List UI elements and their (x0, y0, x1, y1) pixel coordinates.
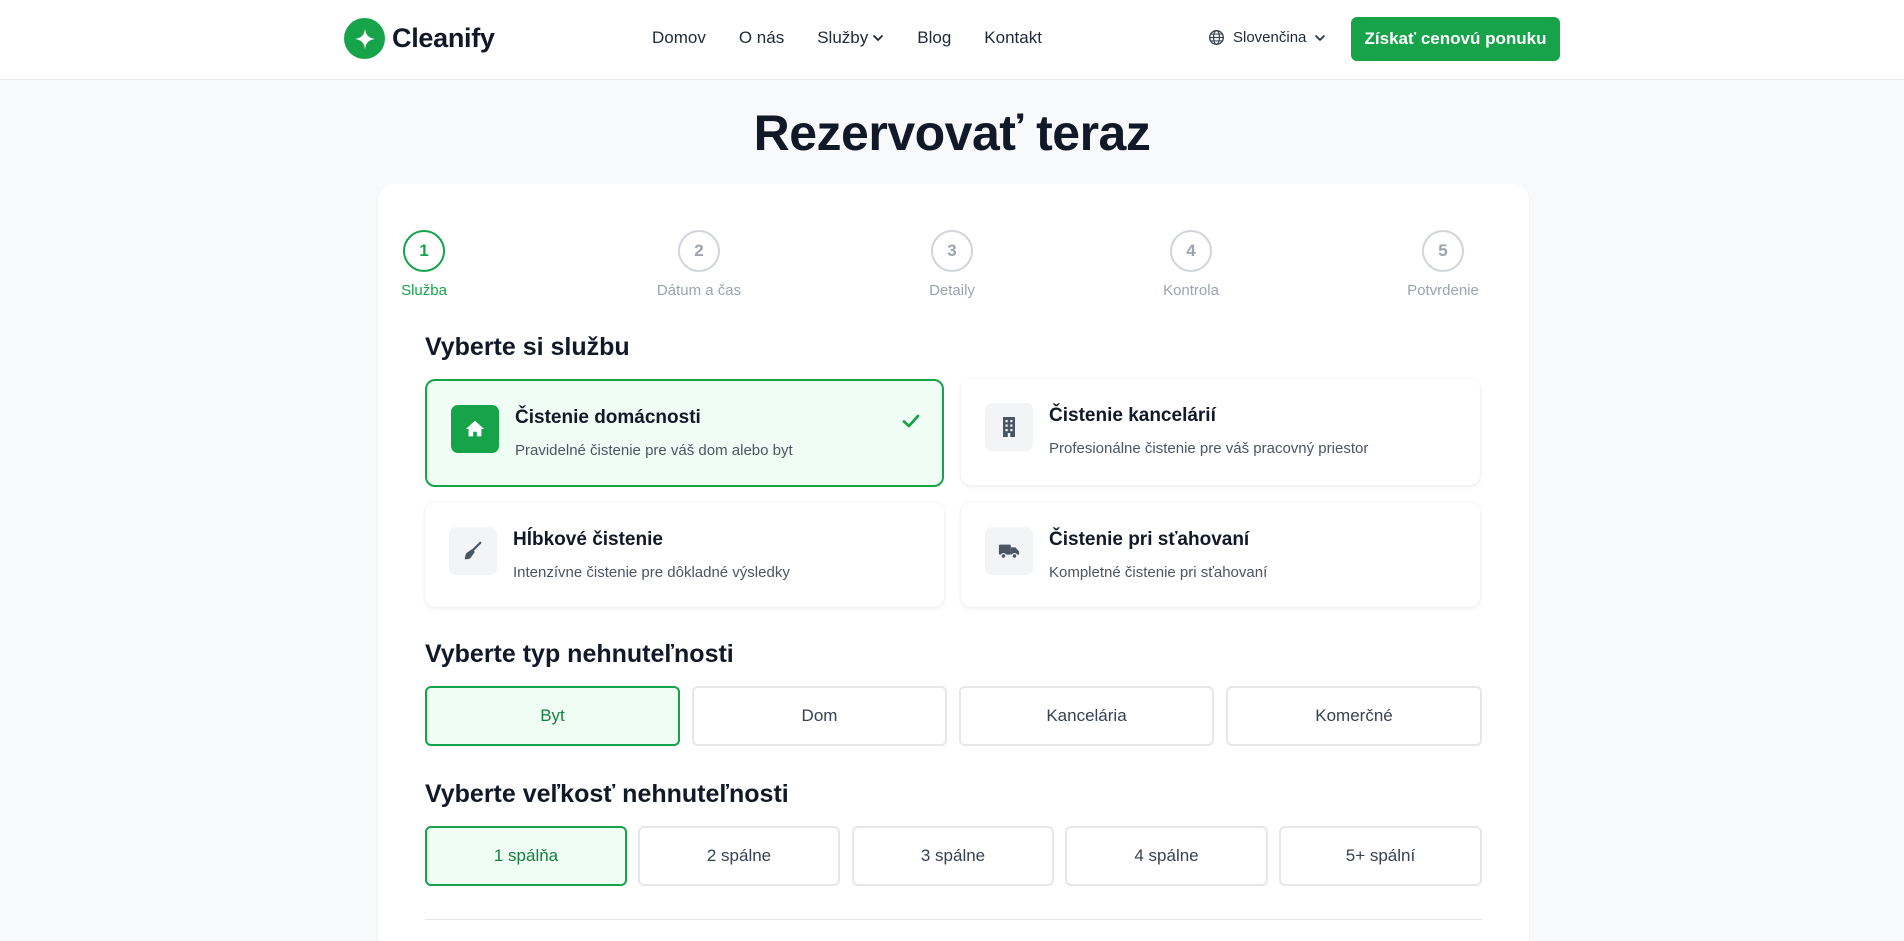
property-type-title: Vyberte typ nehnuteľnosti (425, 640, 734, 668)
check-icon (902, 414, 920, 428)
property-size-2-bedrooms[interactable]: 2 spálne (638, 826, 840, 886)
nav-contact-label: Kontakt (984, 28, 1042, 47)
chevron-down-icon (873, 35, 884, 41)
step-review[interactable]: 4 Kontrola (1121, 230, 1261, 299)
booking-card: 1 Služba 2 Dátum a čas 3 Detaily 4 Kontr… (378, 184, 1529, 941)
step-confirmation[interactable]: 5 Potvrdenie (1373, 230, 1513, 299)
language-label: Slovenčina (1233, 29, 1307, 46)
main-nav: Domov O nás Služby Blog Kontakt (652, 28, 1042, 48)
service-card-home[interactable]: Čistenie domácnosti Pravidelné čistenie … (425, 379, 944, 487)
site-header: Cleanify Domov O nás Služby Blog Kontakt… (0, 0, 1904, 80)
step-label: Dátum a čas (656, 282, 742, 299)
service-card-office[interactable]: Čistenie kancelárií Profesionálne čisten… (961, 379, 1480, 485)
nav-services-label: Služby (817, 28, 869, 47)
step-date-time[interactable]: 2 Dátum a čas (629, 230, 769, 299)
broom-icon (449, 527, 497, 575)
globe-icon (1209, 30, 1224, 45)
service-description: Intenzívne čistenie pre dôkladné výsledk… (513, 564, 790, 581)
service-section-title: Vyberte si službu (425, 333, 630, 361)
home-icon (451, 405, 499, 453)
sparkle-icon (344, 18, 385, 59)
step-details[interactable]: 3 Detaily (882, 230, 1022, 299)
service-description: Profesionálne čistenie pre váš pracovný … (1049, 440, 1369, 457)
property-size-4-bedrooms[interactable]: 4 spálne (1065, 826, 1268, 886)
property-size-title: Vyberte veľkosť nehnuteľnosti (425, 780, 789, 808)
service-description: Pravidelné čistenie pre váš dom alebo by… (515, 442, 793, 459)
property-size-1-bedroom[interactable]: 1 spálňa (425, 826, 627, 886)
section-divider (425, 919, 1482, 920)
get-quote-button[interactable]: Získať cenovú ponuku (1351, 17, 1560, 61)
step-service[interactable]: 1 Služba (354, 230, 494, 299)
nav-about-label: O nás (738, 28, 785, 47)
language-selector[interactable]: Slovenčina (1208, 29, 1326, 46)
nav-home[interactable]: Domov (652, 28, 706, 48)
step-number: 1 (403, 230, 445, 272)
property-size-5-plus-bedrooms[interactable]: 5+ spální (1279, 826, 1482, 886)
nav-contact[interactable]: Kontakt (984, 28, 1042, 48)
property-type-commercial[interactable]: Komerčné (1226, 686, 1482, 746)
property-type-apartment[interactable]: Byt (425, 686, 680, 746)
step-number: 4 (1170, 230, 1212, 272)
step-label: Služba (401, 282, 447, 299)
step-number: 2 (678, 230, 720, 272)
step-number: 3 (931, 230, 973, 272)
nav-blog[interactable]: Blog (917, 28, 951, 48)
step-label: Kontrola (1163, 282, 1219, 299)
nav-home-label: Domov (652, 28, 706, 47)
step-label: Potvrdenie (1407, 282, 1479, 299)
page-title: Rezervovať teraz (753, 105, 1151, 161)
chevron-down-icon (1315, 34, 1326, 41)
brand-logo[interactable]: Cleanify (344, 18, 495, 59)
service-description: Kompletné čistenie pri sťahovaní (1049, 564, 1268, 581)
service-card-moving[interactable]: Čistenie pri sťahovaní Kompletné čisteni… (961, 503, 1480, 607)
building-icon (985, 403, 1033, 451)
service-title: Čistenie kancelárií (1049, 405, 1216, 426)
nav-services[interactable]: Služby (817, 28, 884, 48)
service-card-deep[interactable]: Hĺbkové čistenie Intenzívne čistenie pre… (425, 503, 944, 607)
brand-name: Cleanify (392, 23, 495, 53)
truck-icon (985, 527, 1033, 575)
nav-about[interactable]: O nás (739, 28, 784, 48)
step-label: Detaily (929, 282, 975, 299)
step-number: 5 (1422, 230, 1464, 272)
service-title: Čistenie pri sťahovaní (1049, 529, 1250, 550)
nav-blog-label: Blog (917, 28, 952, 47)
property-type-office[interactable]: Kancelária (959, 686, 1214, 746)
service-title: Čistenie domácnosti (515, 407, 701, 428)
service-title: Hĺbkové čistenie (513, 529, 663, 550)
property-size-3-bedrooms[interactable]: 3 spálne (852, 826, 1054, 886)
property-type-house[interactable]: Dom (692, 686, 947, 746)
